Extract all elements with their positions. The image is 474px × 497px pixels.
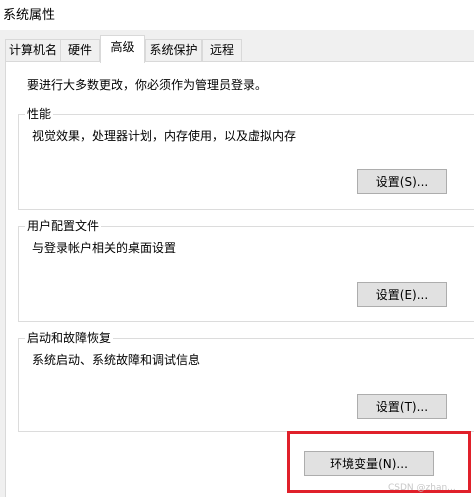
admin-notice: 要进行大多数更改，你必须作为管理员登录。 [27,78,268,92]
startup-recovery-description: 系统启动、系统故障和调试信息 [32,353,201,367]
tab-advanced[interactable]: 高级 [100,35,145,63]
startup-recovery-legend: 启动和故障恢复 [25,330,114,346]
startup-recovery-group: 启动和故障恢复 系统启动、系统故障和调试信息 设置(T)... [18,330,474,432]
performance-legend: 性能 [25,106,54,122]
user-profiles-description: 与登录帐户相关的桌面设置 [32,241,177,255]
user-profiles-legend: 用户配置文件 [25,218,102,234]
user-profiles-settings-button[interactable]: 设置(E)... [357,282,447,307]
window-title: 系统属性 [3,8,56,23]
tab-remote[interactable]: 远程 [202,39,242,61]
startup-recovery-settings-button[interactable]: 设置(T)... [357,394,447,419]
performance-description: 视觉效果，处理器计划，内存使用，以及虚拟内存 [32,129,297,143]
tab-strip: 计算机名 硬件 高级 系统保护 远程 [0,30,474,63]
tab-system-protection[interactable]: 系统保护 [145,39,202,61]
system-properties-window: 系统属性 计算机名 硬件 高级 系统保护 远程 要进行大多数更改，你必须作为管理… [0,0,474,497]
performance-group: 性能 视觉效果，处理器计划，内存使用，以及虚拟内存 设置(S)... [18,106,474,210]
tab-hardware[interactable]: 硬件 [60,39,100,61]
performance-settings-button[interactable]: 设置(S)... [357,169,447,194]
title-bar[interactable]: 系统属性 [0,0,474,30]
user-profiles-group: 用户配置文件 与登录帐户相关的桌面设置 设置(E)... [18,218,474,322]
watermark-text: CSDN @zhan... [388,483,456,493]
tab-computer-name[interactable]: 计算机名 [5,39,61,61]
